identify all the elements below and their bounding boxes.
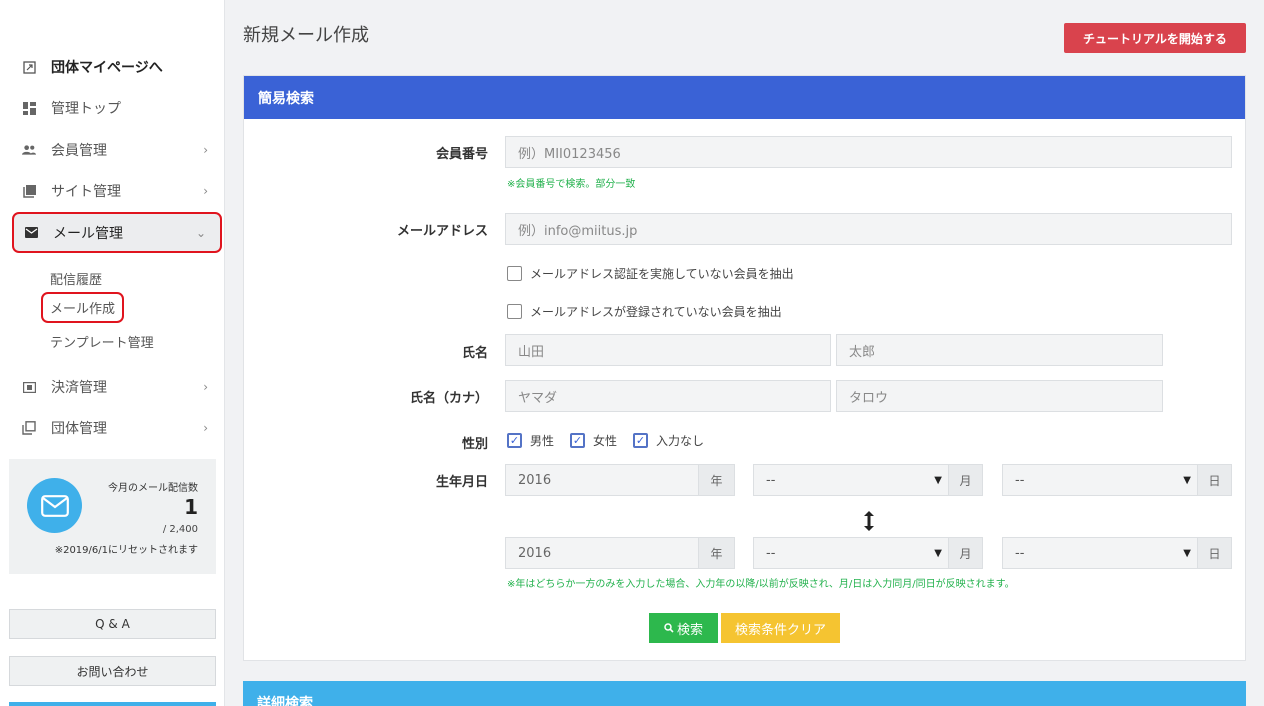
- check-label: メールアドレス認証を実施していない会員を抽出: [530, 267, 794, 281]
- check-no-email[interactable]: メールアドレスが登録されていない会員を抽出: [507, 303, 782, 320]
- kana-label: 氏名（カナ）: [409, 391, 488, 406]
- birth-from-year-input[interactable]: 2016: [505, 464, 699, 496]
- qa-button[interactable]: Q & A: [9, 609, 216, 639]
- checkbox[interactable]: [507, 304, 522, 319]
- select-value: --: [1015, 545, 1025, 561]
- caret-down-icon: ▼: [934, 547, 942, 559]
- detail-search-panel[interactable]: 詳細検索: [243, 681, 1246, 706]
- chevron-right-icon: ›: [203, 421, 208, 435]
- name-label: 氏名: [461, 346, 488, 361]
- gender-label: 入力なし: [656, 434, 705, 448]
- chevron-right-icon: ›: [203, 380, 208, 394]
- birthday-hint: ※年はどちらか一方のみを入力した場合、入力年の以降/以前が反映され、月/日は入力…: [507, 579, 1015, 590]
- copy-icon: [22, 421, 36, 435]
- sidebar-item-label: サイト管理: [51, 184, 121, 200]
- search-button[interactable]: 検索: [649, 613, 718, 643]
- first-name-input[interactable]: 太郎: [836, 334, 1163, 366]
- sidebar-subitem-compose[interactable]: メール作成: [41, 292, 125, 323]
- gender-label: 男性: [530, 434, 555, 448]
- last-kana-input[interactable]: ヤマダ: [505, 380, 831, 412]
- sidebar-item-label: メール管理: [53, 225, 123, 242]
- gender-options: ✓ 男性 ✓ 女性 ✓ 入力なし: [507, 432, 720, 449]
- people-icon: [22, 143, 36, 157]
- chevron-right-icon: ›: [203, 184, 208, 198]
- birth-to-year-input[interactable]: 2016: [505, 537, 699, 569]
- sidebar-bottom-bar: [9, 702, 216, 706]
- sidebar: 団体マイページへ 管理トップ 会員管理 › サイト管理 › メール管理 ⌄ 配信…: [0, 0, 225, 706]
- envelope-icon: [27, 478, 82, 533]
- check-unverified-email[interactable]: メールアドレス認証を実施していない会員を抽出: [507, 265, 794, 282]
- checkbox[interactable]: [507, 266, 522, 281]
- email-input[interactable]: 例）info@miitus.jp: [505, 213, 1232, 245]
- birth-to-day-select[interactable]: -- ▼: [1002, 537, 1198, 569]
- checkbox-checked[interactable]: ✓: [633, 433, 649, 448]
- clear-button[interactable]: 検索条件クリア: [721, 613, 840, 643]
- first-kana-input[interactable]: タロウ: [836, 380, 1163, 412]
- member-no-hint: ※会員番号で検索。部分一致: [507, 179, 636, 190]
- year-suffix: 年: [698, 464, 735, 496]
- gender-none[interactable]: ✓ 入力なし: [633, 432, 704, 449]
- simple-search-title: 簡易検索: [244, 76, 1245, 119]
- external-link-icon: [22, 60, 36, 74]
- member-no-input[interactable]: 例）MII0123456: [505, 136, 1232, 168]
- select-value: --: [1015, 472, 1025, 488]
- sidebar-item-label: 管理トップ: [51, 101, 121, 117]
- sidebar-item-mail[interactable]: メール管理 ⌄: [12, 212, 222, 253]
- sidebar-item-label: 団体管理: [51, 421, 107, 437]
- sidebar-subitem-history[interactable]: 配信履歴: [50, 269, 102, 288]
- caret-down-icon: ▼: [1183, 474, 1191, 486]
- select-value: --: [766, 472, 776, 488]
- contact-button[interactable]: お問い合わせ: [9, 656, 216, 686]
- search-button-label: 検索: [676, 622, 703, 638]
- sidebar-item-payment[interactable]: 決済管理 ›: [12, 367, 222, 407]
- mail-stats-limit: / 2,400: [162, 524, 198, 535]
- sidebar-item-admin-top[interactable]: 管理トップ: [12, 88, 222, 128]
- month-suffix: 月: [948, 537, 983, 569]
- sidebar-subitem-templates[interactable]: テンプレート管理: [50, 332, 154, 351]
- chevron-right-icon: ›: [203, 143, 208, 157]
- mail-stats-reset-note: ※2019/6/1にリセットされます: [54, 545, 198, 556]
- sidebar-item-label: 決済管理: [51, 380, 107, 396]
- birthday-label: 生年月日: [435, 475, 488, 490]
- sidebar-item-group-mypage[interactable]: 団体マイページへ: [12, 47, 222, 87]
- gender-label: 女性: [593, 434, 618, 448]
- chevron-down-icon: ⌄: [195, 225, 206, 240]
- sidebar-item-members[interactable]: 会員管理 ›: [12, 130, 222, 170]
- sidebar-item-label: 会員管理: [51, 143, 107, 159]
- birth-from-month-select[interactable]: -- ▼: [753, 464, 949, 496]
- images-icon: [22, 184, 36, 198]
- mail-stats-count: 1: [184, 495, 198, 519]
- check-label: メールアドレスが登録されていない会員を抽出: [530, 305, 782, 319]
- email-label: メールアドレス: [396, 224, 488, 239]
- gender-label: 性別: [461, 437, 488, 452]
- sidebar-item-site[interactable]: サイト管理 ›: [12, 171, 222, 211]
- last-name-input[interactable]: 山田: [505, 334, 831, 366]
- detail-search-title: 詳細検索: [257, 696, 313, 706]
- payment-icon: [22, 380, 36, 394]
- sidebar-item-label: 団体マイページへ: [51, 60, 163, 76]
- tutorial-button[interactable]: チュートリアルを開始する: [1064, 23, 1246, 53]
- mail-stats-title: 今月のメール配信数: [108, 483, 198, 494]
- year-suffix: 年: [698, 537, 735, 569]
- member-no-label: 会員番号: [435, 147, 488, 162]
- checkbox-checked[interactable]: ✓: [507, 433, 522, 448]
- month-suffix: 月: [948, 464, 983, 496]
- mail-stats-card: 今月のメール配信数 1 / 2,400 ※2019/6/1にリセットされます: [9, 459, 216, 574]
- day-suffix: 日: [1197, 537, 1232, 569]
- mail-icon: [24, 226, 38, 240]
- birth-to-month-select[interactable]: -- ▼: [753, 537, 949, 569]
- search-icon: [664, 623, 674, 633]
- sidebar-item-group[interactable]: 団体管理 ›: [12, 408, 222, 448]
- caret-down-icon: ▼: [934, 474, 942, 486]
- page-title: 新規メール作成: [243, 25, 369, 46]
- caret-down-icon: ▼: [1183, 547, 1191, 559]
- gender-female[interactable]: ✓ 女性: [570, 432, 617, 449]
- day-suffix: 日: [1197, 464, 1232, 496]
- select-value: --: [766, 545, 776, 561]
- dashboard-icon: [22, 101, 36, 115]
- gender-male[interactable]: ✓ 男性: [507, 432, 554, 449]
- birth-from-day-select[interactable]: -- ▼: [1002, 464, 1198, 496]
- checkbox-checked[interactable]: ✓: [570, 433, 586, 448]
- range-arrow-icon: [862, 510, 876, 536]
